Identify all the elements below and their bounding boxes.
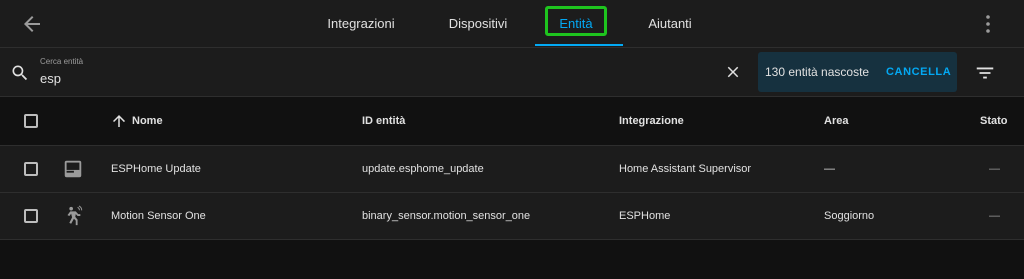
sort-ascending-icon[interactable] [110,112,128,130]
tab-integrazioni[interactable]: Integrazioni [322,0,400,47]
entity-status: — [989,210,1000,222]
column-header-area[interactable]: Area [824,97,848,145]
row-checkbox[interactable] [24,209,38,223]
filter-icon[interactable] [974,62,996,84]
column-header-status[interactable]: Stato [980,97,1008,145]
tab-aiutanti[interactable]: Aiutanti [640,0,700,47]
tab-dispositivi[interactable]: Dispositivi [441,0,515,47]
table-row[interactable]: Motion Sensor One binary_sensor.motion_s… [0,193,1024,240]
entity-id: update.esphome_update [362,163,484,175]
table-row[interactable]: ESPHome Update update.esphome_update Hom… [0,146,1024,193]
search-field-label: Cerca entità [40,57,84,66]
row-checkbox[interactable] [24,162,38,176]
entity-integration: ESPHome [619,210,671,222]
hidden-entities-count: 130 entità nascoste [765,65,870,79]
search-icon [12,65,28,81]
entity-area: Soggiorno [824,210,875,222]
cancel-filter-button[interactable]: CANCELLA [886,52,951,92]
overflow-menu-icon[interactable] [976,12,1000,36]
entity-name: Motion Sensor One [111,210,206,222]
hidden-entities-notice: 130 entità nascoste CANCELLA [758,52,957,92]
column-header-name[interactable]: Nome [132,97,163,145]
entities-table: Nome ID entità Integrazione Area Stato E… [0,97,1024,240]
column-header-entity-id[interactable]: ID entità [362,97,405,145]
motion-sensor-icon [67,205,83,226]
clear-search-icon[interactable] [724,63,742,81]
table-header-row: Nome ID entità Integrazione Area Stato [0,97,1024,146]
entity-id: binary_sensor.motion_sensor_one [362,210,531,222]
active-tab-indicator [535,44,623,46]
search-bar: Cerca entità 130 entità nascoste CANCELL… [0,48,1024,97]
search-input[interactable] [38,68,682,88]
update-icon [64,160,82,178]
column-header-integration[interactable]: Integrazione [619,97,684,145]
entity-status: — [989,163,1000,175]
entity-area: — [824,163,835,175]
entity-name: ESPHome Update [111,163,201,175]
back-arrow-icon[interactable] [20,12,44,36]
top-app-bar: Integrazioni Dispositivi Entità Aiutanti [0,0,1024,48]
select-all-checkbox[interactable] [24,114,38,128]
entity-integration: Home Assistant Supervisor [619,163,752,175]
highlight-annotation [545,6,607,36]
